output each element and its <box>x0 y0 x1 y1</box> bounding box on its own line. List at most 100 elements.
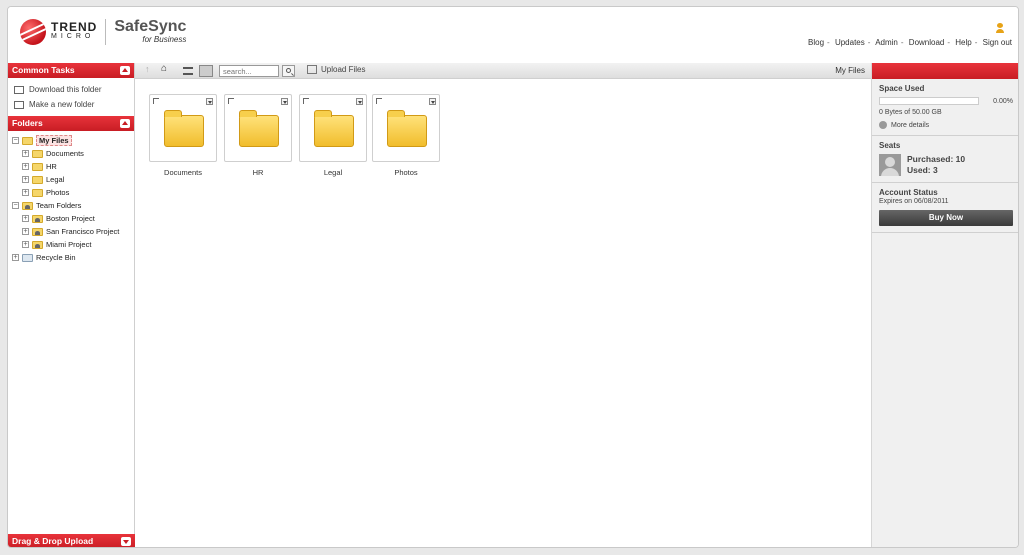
link-help[interactable]: Help <box>955 38 971 47</box>
upload-icon <box>307 65 317 74</box>
tree-node-boston[interactable]: + Boston Project <box>12 212 134 225</box>
link-updates[interactable]: Updates <box>835 38 865 47</box>
download-icon <box>14 85 24 94</box>
seats-section: Seats Purchased: 10 Used: 3 <box>872 136 1018 183</box>
dropdown-icon[interactable] <box>281 98 288 105</box>
folder-icon <box>32 149 43 158</box>
search-input[interactable] <box>219 65 279 77</box>
expand-toggle-icon[interactable]: + <box>22 241 29 248</box>
tree-node-documents[interactable]: + Documents <box>12 147 134 160</box>
avatar <box>879 154 901 176</box>
search-button[interactable] <box>282 65 295 77</box>
list-view-icon[interactable] <box>183 67 193 75</box>
tree-label: HR <box>46 162 57 171</box>
folders-title: Folders <box>12 118 43 128</box>
tree-label: My Files <box>36 135 72 146</box>
app-window: TREND MICRO SafeSync for Business Blog - … <box>7 6 1019 548</box>
link-download[interactable]: Download <box>909 38 945 47</box>
tree-node-miami[interactable]: + Miami Project <box>12 238 134 251</box>
collapse-toggle-icon[interactable]: − <box>12 137 19 144</box>
tree-label: Boston Project <box>46 214 95 223</box>
folders-header[interactable]: Folders <box>8 116 134 131</box>
seats-purchased: Purchased: 10 <box>907 154 966 164</box>
expand-toggle-icon[interactable]: + <box>22 176 29 183</box>
dropdown-icon[interactable] <box>429 98 436 105</box>
file-tile-hr[interactable]: HR <box>224 94 292 182</box>
file-area: Documents HR Legal Photos <box>135 80 871 547</box>
expand-toggle-icon[interactable]: + <box>22 189 29 196</box>
file-tile-documents[interactable]: Documents <box>149 94 217 182</box>
download-folder-task[interactable]: Download this folder <box>14 82 134 97</box>
space-used-title: Space Used <box>879 84 925 93</box>
expand-icon[interactable] <box>121 537 131 546</box>
expand-toggle-icon[interactable]: + <box>22 215 29 222</box>
folder-tree: − My Files + Documents + HR + Legal + Ph… <box>8 131 134 264</box>
tree-label: Documents <box>46 149 84 158</box>
dropdown-icon[interactable] <box>356 98 363 105</box>
expand-toggle-icon[interactable]: + <box>12 254 19 261</box>
team-folder-icon <box>32 227 43 236</box>
tree-label: San Francisco Project <box>46 227 120 236</box>
select-checkbox[interactable] <box>303 98 309 104</box>
seats-title: Seats <box>879 141 901 150</box>
trend-micro-logo-icon <box>20 19 46 45</box>
search-icon <box>286 68 291 73</box>
thumbnail-view-icon[interactable] <box>199 65 213 77</box>
recycle-bin-icon <box>22 253 33 262</box>
drag-drop-upload-bar[interactable]: Drag & Drop Upload <box>8 534 135 547</box>
tree-node-my-files[interactable]: − My Files <box>12 134 134 147</box>
buy-now-button[interactable]: Buy Now <box>879 210 1013 226</box>
account-status-title: Account Status <box>879 188 938 197</box>
tree-node-hr[interactable]: + HR <box>12 160 134 173</box>
seats-used: Used: 3 <box>907 165 938 175</box>
expand-toggle-icon[interactable]: + <box>22 150 29 157</box>
dropdown-icon[interactable] <box>206 98 213 105</box>
folder-icon <box>314 110 354 147</box>
tree-label: Recycle Bin <box>36 253 76 262</box>
folder-icon <box>239 110 279 147</box>
user-icon[interactable] <box>996 23 1004 33</box>
link-sign-out[interactable]: Sign out <box>983 38 1012 47</box>
folder-icon <box>387 110 427 147</box>
tree-node-team-folders[interactable]: − Team Folders <box>12 199 134 212</box>
select-checkbox[interactable] <box>376 98 382 104</box>
toolbar: ↑ ⌂ Upload Files My Files <box>135 63 871 79</box>
header: TREND MICRO SafeSync for Business Blog - … <box>8 7 1018 63</box>
file-label: Legal <box>323 168 343 177</box>
link-blog[interactable]: Blog <box>808 38 824 47</box>
tree-label: Miami Project <box>46 240 92 249</box>
task-label: Download this folder <box>29 85 102 94</box>
select-checkbox[interactable] <box>228 98 234 104</box>
collapse-icon[interactable] <box>120 66 130 75</box>
file-label: Photos <box>394 168 418 177</box>
left-panel: Common Tasks Download this folder Make a… <box>8 63 135 547</box>
expand-toggle-icon[interactable]: + <box>22 163 29 170</box>
tree-node-photos[interactable]: + Photos <box>12 186 134 199</box>
tree-node-recycle-bin[interactable]: + Recycle Bin <box>12 251 134 264</box>
expand-toggle-icon[interactable]: + <box>22 228 29 235</box>
file-tile-photos[interactable]: Photos <box>372 94 440 182</box>
tree-node-legal[interactable]: + Legal <box>12 173 134 186</box>
space-used-section: Space Used 0.00% 0 Bytes of 50.00 GB Mor… <box>872 79 1018 136</box>
tree-label: Legal <box>46 175 65 184</box>
tree-node-san-francisco[interactable]: + San Francisco Project <box>12 225 134 238</box>
up-arrow-icon[interactable]: ↑ <box>145 64 151 74</box>
more-details-link[interactable]: More details <box>879 121 1013 129</box>
space-detail: 0 Bytes of 50.00 GB <box>879 109 942 116</box>
file-tile-legal[interactable]: Legal <box>299 94 367 182</box>
folder-icon <box>32 175 43 184</box>
home-icon[interactable]: ⌂ <box>161 63 167 74</box>
link-admin[interactable]: Admin <box>875 38 898 47</box>
collapse-icon[interactable] <box>120 119 130 128</box>
common-tasks-header[interactable]: Common Tasks <box>8 63 134 78</box>
upload-label: Upload Files <box>321 65 366 74</box>
upload-files-button[interactable]: Upload Files <box>307 65 365 74</box>
tree-label: Team Folders <box>36 201 82 210</box>
collapse-toggle-icon[interactable]: − <box>12 202 19 209</box>
select-checkbox[interactable] <box>153 98 159 104</box>
brand-subname: MICRO <box>51 33 95 40</box>
folder-icon <box>32 162 43 171</box>
account-status-section: Account Status Expires on 06/08/2011 Buy… <box>872 183 1018 233</box>
right-panel-header <box>872 63 1018 79</box>
new-folder-task[interactable]: Make a new folder <box>14 97 134 112</box>
